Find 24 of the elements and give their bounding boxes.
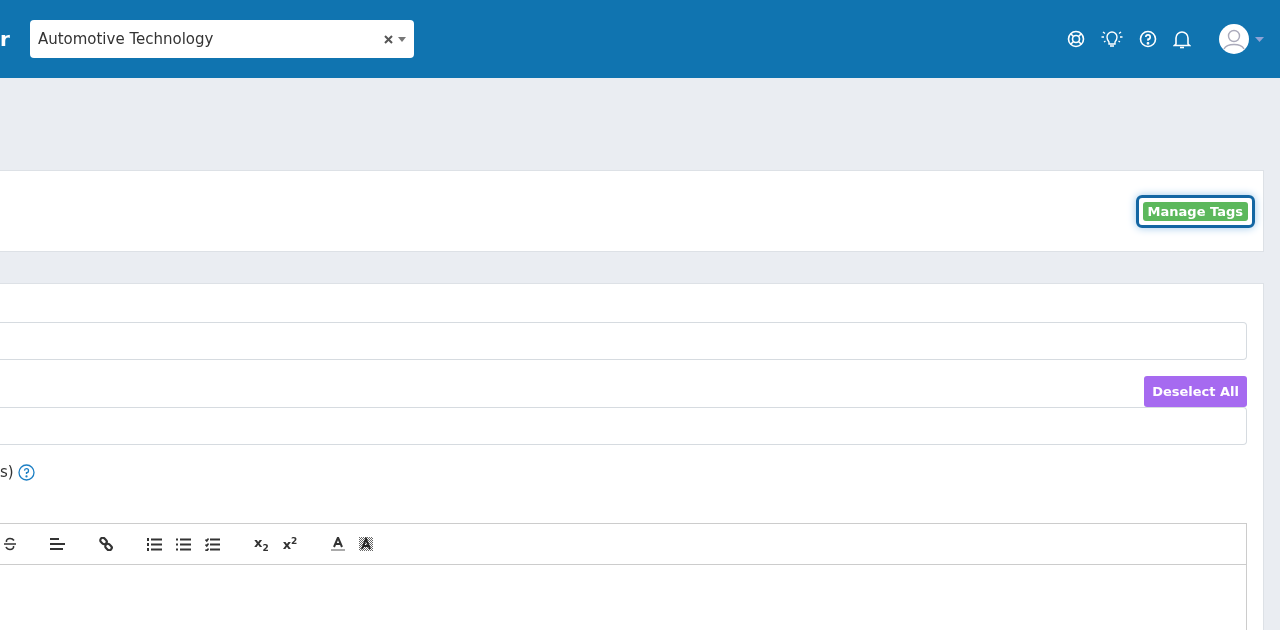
avatar-icon[interactable]: [1219, 24, 1249, 54]
input-field[interactable]: [0, 407, 1247, 445]
bullet-list-icon[interactable]: [176, 537, 191, 551]
superscript-button[interactable]: x$^{2}$: [282, 535, 298, 553]
checklist-icon[interactable]: [205, 537, 220, 551]
align-left-icon[interactable]: [50, 538, 65, 550]
lifebuoy-icon[interactable]: [1067, 30, 1085, 48]
highlight-icon[interactable]: [359, 537, 374, 551]
lightbulb-icon[interactable]: [1101, 29, 1123, 49]
subscript-button[interactable]: x$_{2}$: [254, 535, 269, 553]
input-field[interactable]: [0, 322, 1247, 360]
program-select[interactable]: Automotive Technology: [29, 20, 414, 58]
clear-icon[interactable]: [383, 34, 393, 44]
deselect-all-button[interactable]: Deselect All: [1144, 376, 1247, 407]
strikethrough-icon[interactable]: [4, 537, 16, 551]
brand-text: r: [0, 27, 10, 51]
link-icon[interactable]: [99, 537, 113, 551]
rich-text-editor[interactable]: x$_{2}$ x$^{2}$: [0, 523, 1247, 630]
bell-icon[interactable]: [1173, 29, 1191, 49]
help-icon[interactable]: [17, 463, 35, 481]
font-color-icon[interactable]: [331, 537, 346, 551]
field-label: s): [0, 463, 14, 481]
caret-icon: [397, 36, 406, 42]
numbered-list-icon[interactable]: [147, 537, 162, 551]
